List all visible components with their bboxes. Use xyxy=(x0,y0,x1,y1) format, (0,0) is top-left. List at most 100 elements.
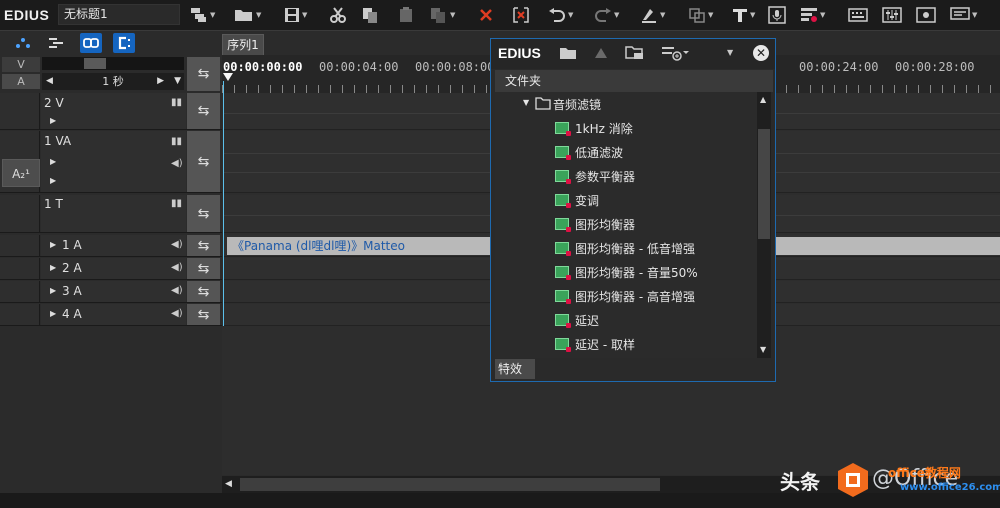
title-mute-icon[interactable]: ▮▮ xyxy=(171,198,182,209)
track-sync-button[interactable]: ⇆ xyxy=(187,235,220,256)
scroll-left-arrow-icon[interactable]: ◀ xyxy=(225,479,232,489)
ripple-mode-button[interactable] xyxy=(12,33,34,53)
tab-sequence[interactable]: 序列1 xyxy=(222,34,264,55)
track-2v[interactable]: ⇆ xyxy=(0,93,222,130)
link-group-button[interactable] xyxy=(80,33,102,53)
delete-button[interactable] xyxy=(478,4,508,26)
collapse-arrow-icon[interactable]: ▼ xyxy=(523,98,529,107)
scale-dropdown-icon[interactable]: ▼ xyxy=(174,73,181,90)
set-in-out-button[interactable]: ▼ xyxy=(640,4,670,26)
track-1a[interactable]: ⇆ xyxy=(0,235,222,257)
audio-channel-map-button[interactable]: A₂¹ xyxy=(2,159,40,187)
expand-arrow-icon[interactable]: ▶ xyxy=(50,309,56,318)
effects-vscroll-thumb[interactable] xyxy=(758,129,770,239)
scroll-down-arrow-icon[interactable]: ▼ xyxy=(760,345,766,354)
playhead-marker[interactable] xyxy=(223,73,233,81)
effect-item[interactable]: 图形均衡器 - 音量50% xyxy=(495,260,757,284)
timeline-hscroll-thumb[interactable] xyxy=(240,478,660,491)
expand-arrow-icon[interactable]: ▶ xyxy=(50,240,56,249)
track-patch[interactable] xyxy=(0,235,40,256)
effect-item[interactable]: 图形均衡器 - 低音增强 xyxy=(495,236,757,260)
effect-item[interactable]: 1kHz 消除 xyxy=(495,116,757,140)
title-icon xyxy=(733,9,747,22)
track-2a[interactable]: ⇆ xyxy=(0,258,222,280)
speaker-icon[interactable]: ◀) xyxy=(171,158,183,169)
tab-effects[interactable]: 特效 xyxy=(495,359,535,379)
effect-item[interactable]: 变调 xyxy=(495,188,757,212)
save-button[interactable]: ▼ xyxy=(284,4,314,26)
track-sync-button[interactable]: ⇆ xyxy=(187,93,220,129)
playhead-line[interactable] xyxy=(223,81,224,326)
track-patch[interactable] xyxy=(0,304,40,325)
audio-column-label[interactable]: A xyxy=(2,74,40,89)
speaker-icon[interactable]: ◀) xyxy=(171,285,183,296)
cut-button[interactable] xyxy=(330,4,360,26)
track-4a[interactable]: ⇆ xyxy=(0,304,222,326)
track-sync-button[interactable]: ⇆ xyxy=(187,281,220,302)
timeline-scale[interactable]: ◀ 1 秒 ▶ ▼ xyxy=(42,73,184,90)
mixer-button[interactable] xyxy=(882,4,912,26)
scale-slider[interactable] xyxy=(42,57,184,70)
settings-button[interactable]: ▼ xyxy=(950,4,980,26)
voice-over-button[interactable] xyxy=(768,4,798,26)
sync-mode-button[interactable] xyxy=(45,33,67,53)
project-name-field[interactable]: 无标题1 xyxy=(58,4,180,25)
preview-button[interactable] xyxy=(916,4,946,26)
track-sync-button[interactable]: ⇆ xyxy=(187,304,220,325)
speaker-icon[interactable]: ◀) xyxy=(171,308,183,319)
effects-tree[interactable]: ▼ 音频滤镜 1kHz 消除 低通滤波 参数平衡器 变调 图形均衡器 图形均衡器… xyxy=(495,92,757,358)
effect-item[interactable]: 参数平衡器 xyxy=(495,164,757,188)
track-sync-button[interactable]: ⇆ xyxy=(187,258,220,279)
track-patch[interactable] xyxy=(0,258,40,279)
render-button[interactable]: ▼ xyxy=(800,4,830,26)
scale-slider-thumb[interactable] xyxy=(84,58,106,69)
ruler-sync-button[interactable]: ⇆ xyxy=(187,57,220,91)
copy-button[interactable] xyxy=(362,4,392,26)
panel-menu-icon[interactable]: ▼ xyxy=(727,48,733,57)
scale-left-arrow-icon[interactable]: ◀ xyxy=(46,73,53,90)
speaker-icon[interactable]: ◀) xyxy=(171,239,183,250)
video-column-label[interactable]: V xyxy=(2,57,40,72)
up-level-button[interactable] xyxy=(594,45,608,64)
tree-folder-audio-filters[interactable]: ▼ 音频滤镜 xyxy=(495,92,757,116)
ripple-delete-button[interactable] xyxy=(512,4,542,26)
video-mute-icon[interactable]: ▮▮ xyxy=(171,97,182,108)
expand-arrow-icon[interactable]: ▶ xyxy=(50,116,56,125)
effect-item[interactable]: 延迟 - 取样 xyxy=(495,332,757,356)
track-sync-button[interactable]: ⇆ xyxy=(187,131,220,192)
folder-view-button[interactable] xyxy=(559,45,577,64)
title-button[interactable]: ▼ xyxy=(732,4,762,26)
paste-insert-button[interactable]: ▼ xyxy=(430,4,460,26)
add-effect-button[interactable] xyxy=(661,45,689,65)
new-sequence-button[interactable]: ▼ xyxy=(190,4,220,26)
expand-arrow-icon[interactable]: ▶ xyxy=(50,176,56,185)
keyboard-button[interactable] xyxy=(848,4,878,26)
close-icon[interactable]: ✕ xyxy=(753,45,769,61)
track-patch[interactable] xyxy=(0,195,40,232)
new-folder-button[interactable] xyxy=(625,45,645,65)
effect-item[interactable]: 图形均衡器 - 高音增强 xyxy=(495,284,757,308)
track-sync-button[interactable]: ⇆ xyxy=(187,195,220,232)
effect-item[interactable]: 延迟 xyxy=(495,308,757,332)
expand-arrow-icon[interactable]: ▶ xyxy=(50,286,56,295)
paste-button[interactable] xyxy=(398,4,428,26)
speaker-icon[interactable]: ◀) xyxy=(171,262,183,273)
undo-button[interactable]: ▼ xyxy=(548,4,578,26)
scroll-up-arrow-icon[interactable]: ▲ xyxy=(760,95,766,104)
track-name: 4 A xyxy=(62,307,82,321)
effect-item[interactable]: 图形均衡器 xyxy=(495,212,757,236)
expand-arrow-icon[interactable]: ▶ xyxy=(50,263,56,272)
track-3a[interactable]: ⇆ xyxy=(0,281,222,303)
scale-right-arrow-icon[interactable]: ▶ xyxy=(157,73,164,90)
layout-button[interactable]: ▼ xyxy=(688,4,718,26)
track-1t[interactable]: ⇆ xyxy=(0,195,222,233)
expand-arrow-icon[interactable]: ▶ xyxy=(50,157,56,166)
redo-button[interactable]: ▼ xyxy=(594,4,624,26)
video-mute-icon[interactable]: ▮▮ xyxy=(171,136,182,147)
timecode-label: 00:00:24:00 xyxy=(799,60,879,74)
track-patch[interactable] xyxy=(0,93,40,129)
open-button[interactable]: ▼ xyxy=(234,4,264,26)
snap-button[interactable] xyxy=(113,33,135,53)
track-patch[interactable] xyxy=(0,281,40,302)
effect-item[interactable]: 低通滤波 xyxy=(495,140,757,164)
